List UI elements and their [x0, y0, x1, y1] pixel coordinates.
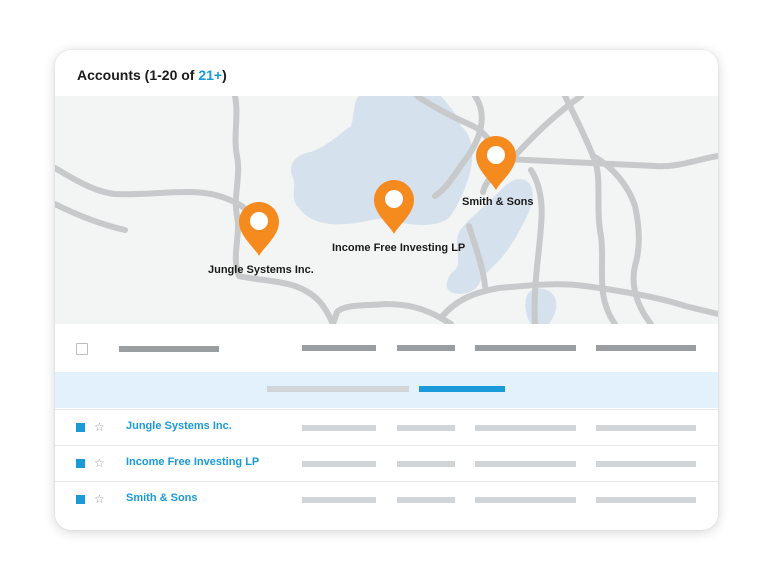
- row-cell: [302, 425, 376, 431]
- location-pin-icon[interactable]: [372, 178, 416, 236]
- column-header-2[interactable]: [302, 345, 376, 351]
- accounts-card: Accounts (1-20 of 21+) Jungle Systems In…: [55, 50, 718, 530]
- account-name-link[interactable]: Income Free Investing LP: [126, 456, 259, 468]
- star-outline-icon[interactable]: ☆: [94, 491, 105, 507]
- row-cell: [596, 425, 696, 431]
- location-pin-icon[interactable]: [237, 200, 281, 258]
- row-checkbox[interactable]: [76, 459, 85, 468]
- lake-southeast: [525, 288, 557, 324]
- accounts-map[interactable]: Jungle Systems Inc. Income Free Investin…: [55, 96, 718, 324]
- account-name-link[interactable]: Smith & Sons: [126, 492, 198, 504]
- row-cell: [302, 497, 376, 503]
- column-header-5[interactable]: [596, 345, 696, 351]
- pin-label: Jungle Systems Inc.: [208, 264, 314, 276]
- column-header-name[interactable]: [119, 346, 219, 352]
- row-cell: [475, 497, 576, 503]
- title-suffix: ): [222, 67, 227, 83]
- table-row[interactable]: ☆ Smith & Sons: [55, 481, 718, 517]
- row-checkbox[interactable]: [76, 495, 85, 504]
- pin-label: Income Free Investing LP: [332, 242, 466, 254]
- row-cell: [397, 425, 455, 431]
- table-row[interactable]: ☆ Income Free Investing LP: [55, 445, 718, 481]
- table-header: [55, 324, 718, 372]
- row-cell: [475, 425, 576, 431]
- account-count-link[interactable]: 21+: [198, 67, 222, 83]
- location-pin-icon[interactable]: [474, 134, 518, 192]
- account-name-link[interactable]: Jungle Systems Inc.: [126, 420, 232, 432]
- select-all-checkbox[interactable]: [76, 343, 88, 355]
- row-cell: [397, 461, 455, 467]
- card-title: Accounts (1-20 of 21+): [77, 67, 227, 83]
- row-checkbox[interactable]: [76, 423, 85, 432]
- star-outline-icon[interactable]: ☆: [94, 419, 105, 435]
- pin-label: Smith & Sons: [462, 196, 534, 208]
- star-outline-icon[interactable]: ☆: [94, 455, 105, 471]
- row-cell: [596, 497, 696, 503]
- column-header-3[interactable]: [397, 345, 455, 351]
- row-cell: [397, 497, 455, 503]
- filter-active-indicator[interactable]: [419, 386, 505, 392]
- filter-bar: [55, 372, 718, 408]
- column-header-4[interactable]: [475, 345, 576, 351]
- row-cell: [596, 461, 696, 467]
- title-prefix: Accounts (1-20 of: [77, 67, 199, 83]
- row-cell: [302, 461, 376, 467]
- table-row[interactable]: ☆ Jungle Systems Inc.: [55, 409, 718, 445]
- row-cell: [475, 461, 576, 467]
- filter-placeholder[interactable]: [267, 386, 409, 392]
